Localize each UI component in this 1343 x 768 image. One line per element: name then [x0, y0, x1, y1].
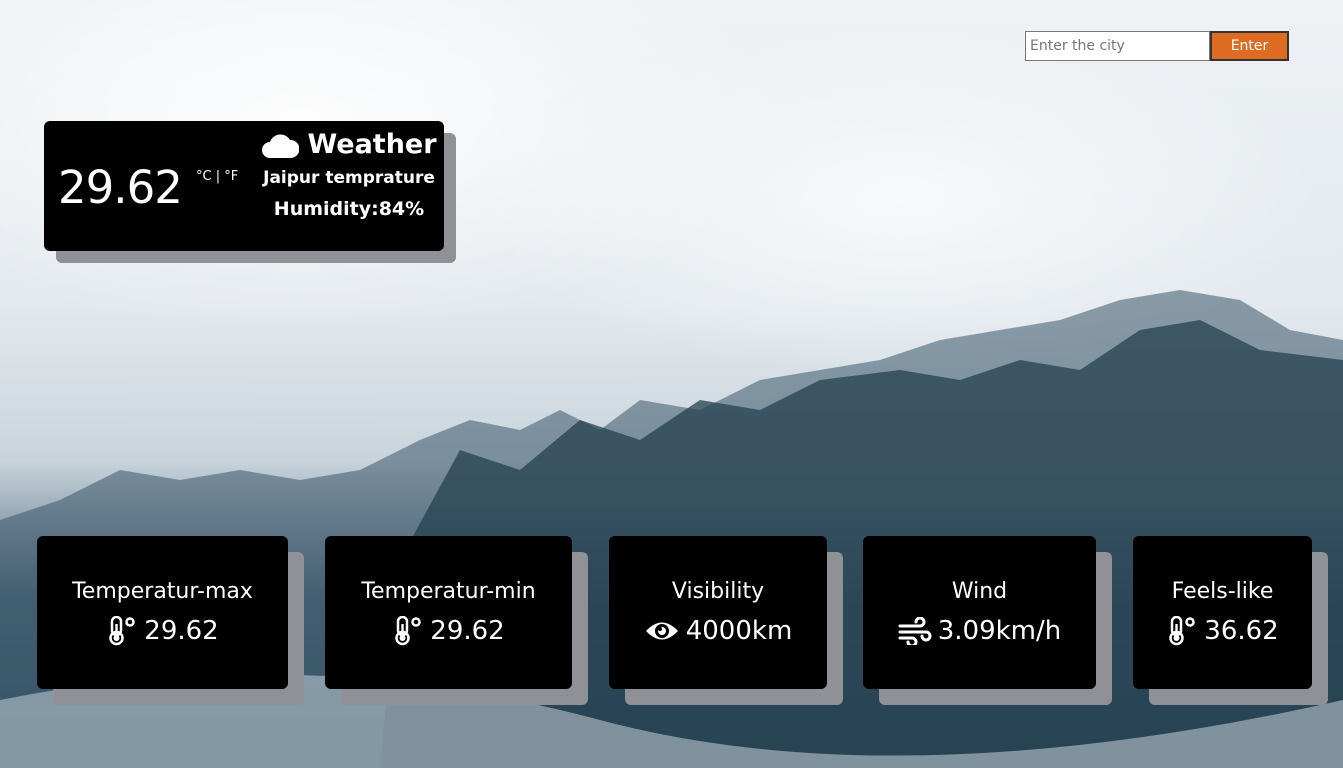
stat-value: 29.62 [430, 616, 505, 646]
main-weather-card: 29.62 °C | °F Weather Jaipur temprature … [44, 121, 444, 251]
city-search: Enter [1025, 31, 1289, 61]
stat-label: Temperatur-max [72, 579, 253, 604]
eye-icon [644, 618, 680, 644]
thermometer-icon [106, 616, 138, 646]
humidity-label: Humidity:84% [273, 198, 425, 220]
weather-title: Weather [307, 129, 437, 160]
stat-card-visibility: Visibility 4000km [609, 536, 827, 689]
stat-card-wind: Wind 3.09km/h [863, 536, 1096, 689]
thermometer-icon [1166, 616, 1198, 646]
cloud-icon [261, 131, 300, 159]
current-temperature: 29.62 [58, 161, 183, 214]
stat-value: 36.62 [1204, 616, 1279, 646]
thermometer-icon [392, 616, 424, 646]
enter-button[interactable]: Enter [1210, 31, 1289, 61]
unit-toggle[interactable]: °C | °F [196, 169, 238, 184]
stat-value: 3.09km/h [937, 616, 1062, 646]
city-input[interactable] [1025, 31, 1210, 61]
stat-label: Temperatur-min [361, 579, 536, 604]
stat-card-temp-min: Temperatur-min 29.62 [325, 536, 572, 689]
stat-value: 29.62 [144, 616, 219, 646]
stat-label: Visibility [671, 579, 765, 604]
stat-value: 4000km [685, 616, 793, 646]
stat-card-feels-like: Feels-like 36.62 [1133, 536, 1312, 689]
stat-label: Wind [951, 579, 1008, 604]
wind-icon [898, 617, 932, 645]
stat-label: Feels-like [1171, 579, 1274, 604]
city-temperature-label: Jaipur temprature [263, 168, 435, 188]
stat-card-temp-max: Temperatur-max 29.62 [37, 536, 288, 689]
